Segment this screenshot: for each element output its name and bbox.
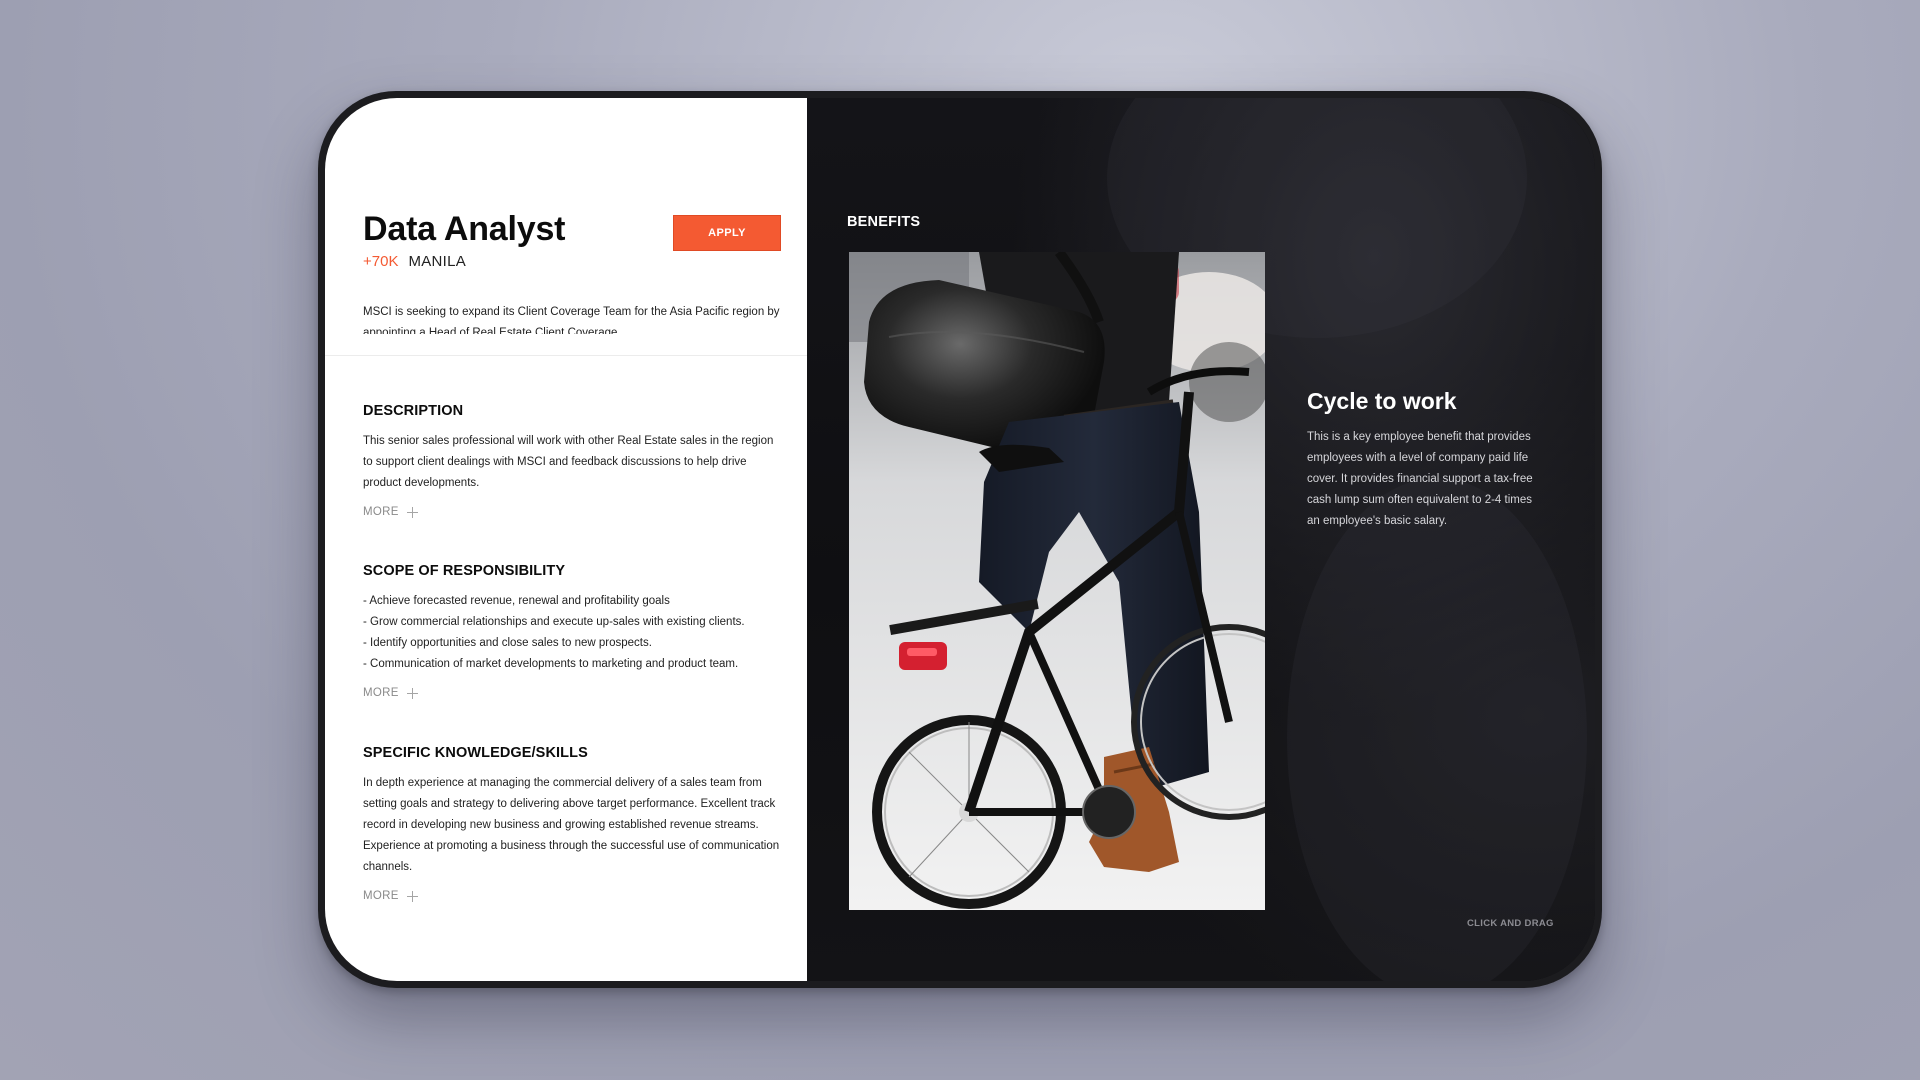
job-salary: +70K	[363, 253, 399, 270]
skills-heading: SPECIFIC KNOWLEDGE/SKILLS	[363, 745, 588, 761]
job-intro: MSCI is seeking to expand its Client Cov…	[363, 305, 780, 334]
job-detail-panel: Data Analyst APPLY +70K MANILA MSCI is s…	[325, 98, 807, 981]
benefit-photo	[849, 252, 1265, 910]
skills-more-button[interactable]: MORE	[363, 890, 418, 902]
tablet-device: Data Analyst APPLY +70K MANILA MSCI is s…	[318, 91, 1602, 988]
more-label: MORE	[363, 687, 399, 699]
list-item: - Identify opportunities and close sales…	[363, 637, 652, 649]
header-divider	[325, 355, 807, 356]
description-text: This senior sales professional will work…	[363, 435, 774, 489]
job-header: Data Analyst APPLY +70K MANILA	[363, 210, 783, 270]
skills-section: SPECIFIC KNOWLEDGE/SKILLS In depth exper…	[363, 745, 783, 904]
scope-section: SCOPE OF RESPONSIBILITY - Achieve foreca…	[363, 563, 783, 701]
description-more-button[interactable]: MORE	[363, 506, 418, 518]
tablet-screen: Data Analyst APPLY +70K MANILA MSCI is s…	[325, 98, 1595, 981]
scope-list: - Achieve forecasted revenue, renewal an…	[363, 591, 783, 675]
apply-button[interactable]: APPLY	[673, 215, 781, 251]
benefits-panel[interactable]: BENEFITS Cycle to work This is a key emp…	[807, 98, 1595, 981]
list-item: - Communication of market developments t…	[363, 658, 739, 670]
plus-icon	[406, 687, 418, 699]
description-section: DESCRIPTION This senior sales profession…	[363, 403, 783, 520]
skills-text: In depth experience at managing the comm…	[363, 777, 780, 873]
plus-icon	[406, 890, 418, 902]
scope-more-button[interactable]: MORE	[363, 687, 418, 699]
background-shape	[1287, 478, 1587, 981]
more-label: MORE	[363, 890, 399, 902]
plus-icon	[406, 506, 418, 518]
scope-heading: SCOPE OF RESPONSIBILITY	[363, 563, 566, 579]
benefit-text: This is a key employee benefit that prov…	[1307, 431, 1533, 527]
more-label: MORE	[363, 506, 399, 518]
description-heading: DESCRIPTION	[363, 403, 464, 419]
benefit-title: Cycle to work	[1307, 388, 1457, 414]
list-item: - Achieve forecasted revenue, renewal an…	[363, 595, 670, 607]
benefits-label: BENEFITS	[847, 214, 921, 230]
drag-hint: CLICK AND DRAG	[1467, 918, 1554, 929]
cyclist-illustration	[849, 252, 1265, 910]
list-item: - Grow commercial relationships and exec…	[363, 616, 745, 628]
job-location: MANILA	[408, 253, 467, 270]
job-meta: +70K MANILA	[363, 253, 783, 270]
